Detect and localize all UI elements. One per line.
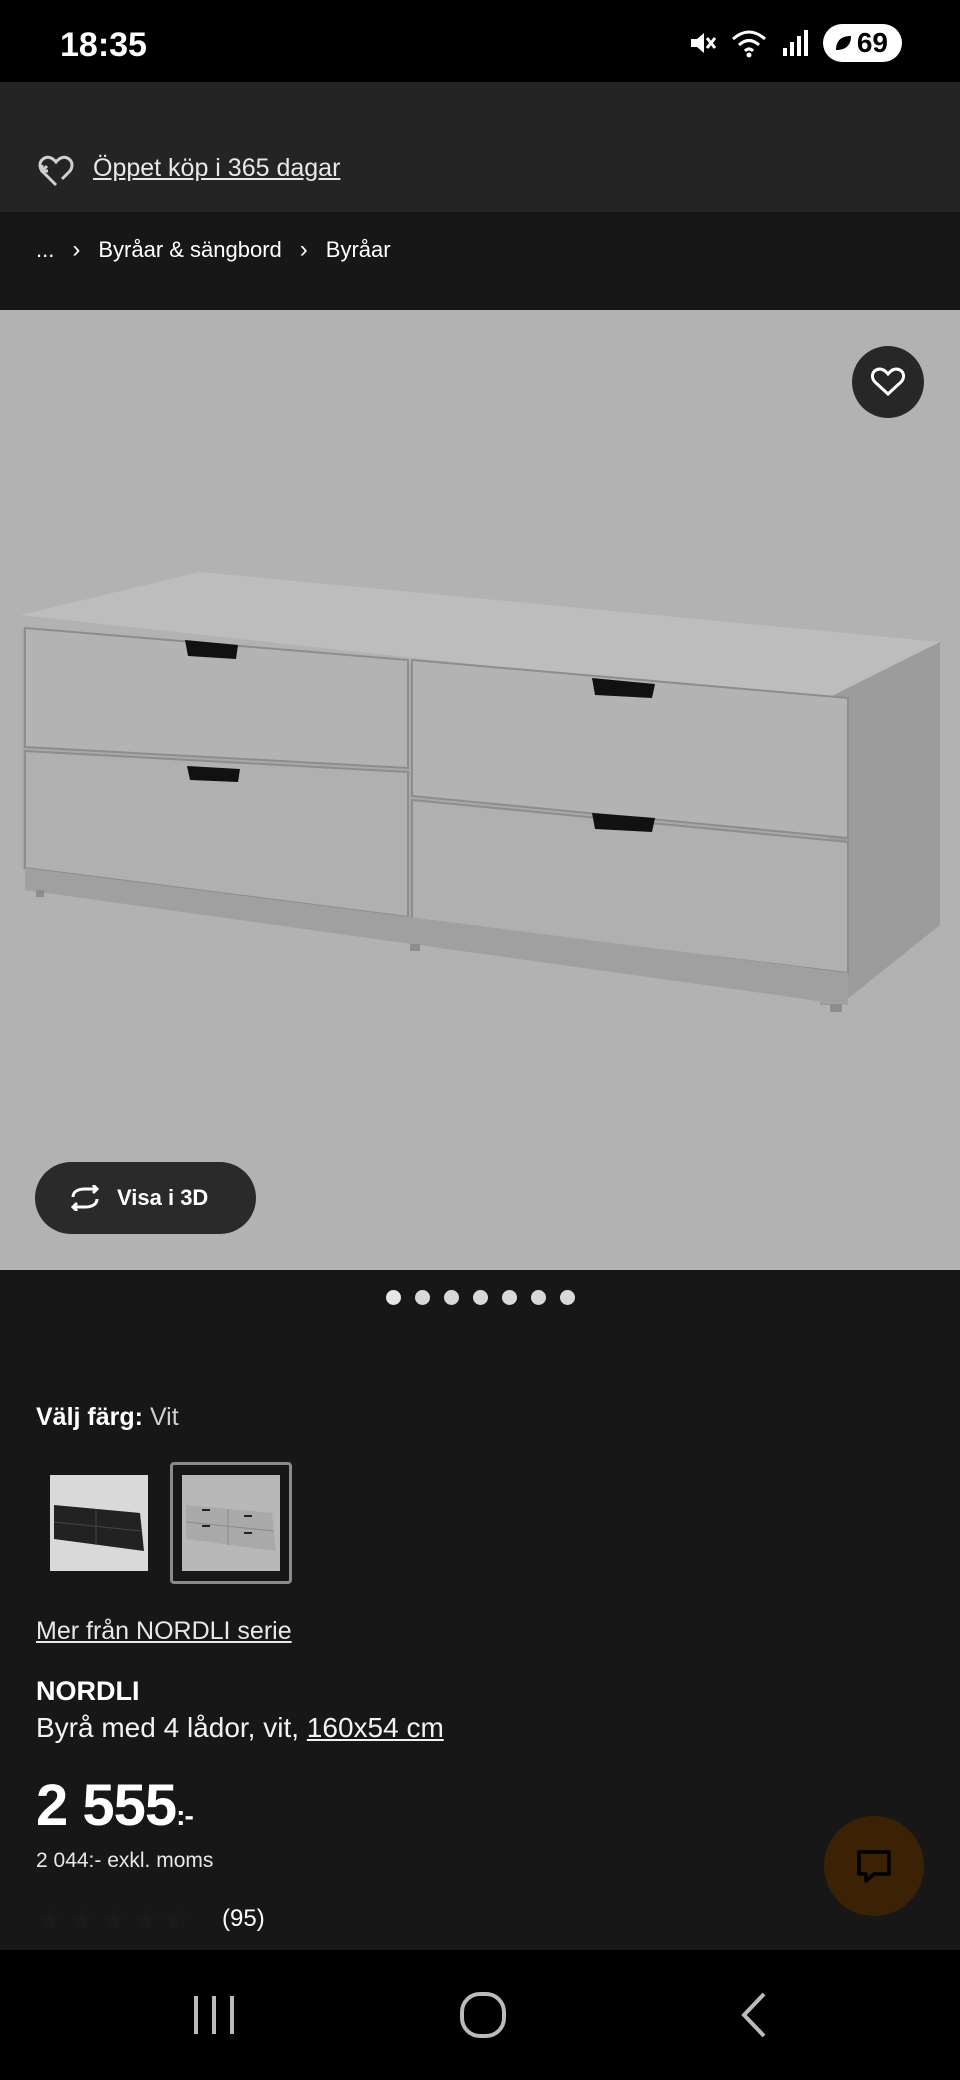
view-3d-label: Visa i 3D bbox=[117, 1185, 209, 1210]
price-value: 2 555 bbox=[36, 1773, 177, 1838]
battery-level: 69 bbox=[856, 27, 888, 58]
chat-button[interactable] bbox=[824, 1816, 924, 1916]
carousel-dot[interactable] bbox=[444, 1290, 459, 1305]
mute-icon bbox=[690, 33, 717, 53]
white-dresser-thumbnail bbox=[182, 1475, 280, 1571]
heart-icon bbox=[871, 367, 905, 397]
star-icon bbox=[102, 1908, 124, 1930]
color-swatch-white[interactable] bbox=[170, 1462, 292, 1584]
carousel-dot[interactable] bbox=[531, 1290, 546, 1305]
carousel-dot[interactable] bbox=[502, 1290, 517, 1305]
color-swatch-black[interactable] bbox=[38, 1462, 160, 1584]
half-star-icon bbox=[164, 1906, 190, 1931]
product-description: Byrå med 4 lådor, vit, 160x54 cm bbox=[36, 1712, 444, 1744]
color-label-text: Välj färg: bbox=[36, 1403, 143, 1431]
carousel-dots bbox=[386, 1290, 575, 1305]
header-spacer bbox=[0, 82, 960, 128]
carousel-dot[interactable] bbox=[560, 1290, 575, 1305]
recent-apps-icon[interactable] bbox=[190, 1990, 238, 2040]
home-icon[interactable] bbox=[458, 1990, 508, 2040]
heart-return-icon bbox=[38, 155, 74, 187]
carousel-dot[interactable] bbox=[473, 1290, 488, 1305]
star-icon bbox=[134, 1908, 156, 1930]
carousel-dot[interactable] bbox=[415, 1290, 430, 1305]
battery-icon: 69 bbox=[822, 24, 902, 62]
carousel-dot[interactable] bbox=[386, 1290, 401, 1305]
color-picker-label: Välj färg: Vit bbox=[36, 1403, 179, 1432]
leaf-icon bbox=[835, 36, 851, 50]
dresser-illustration bbox=[20, 572, 940, 1012]
breadcrumb-ellipsis[interactable]: ... bbox=[36, 237, 54, 263]
wifi-icon bbox=[731, 30, 766, 58]
product-size-link[interactable]: 160x54 cm bbox=[307, 1712, 444, 1743]
chat-icon bbox=[857, 1850, 891, 1883]
wishlist-button[interactable] bbox=[852, 346, 924, 418]
return-policy-link[interactable]: Öppet köp i 365 dagar bbox=[93, 154, 340, 183]
breadcrumb-item-dressers[interactable]: Byråar bbox=[326, 237, 391, 263]
rotate-3d-icon bbox=[70, 1185, 100, 1211]
black-dresser-thumbnail bbox=[50, 1475, 148, 1571]
series-link[interactable]: Mer från NORDLI serie bbox=[36, 1617, 292, 1646]
selected-color: Vit bbox=[149, 1403, 179, 1431]
star-icon bbox=[70, 1908, 92, 1930]
status-icons: 69 bbox=[687, 24, 902, 62]
product-rating[interactable]: (95) bbox=[36, 1905, 265, 1933]
product-name: NORDLI bbox=[36, 1676, 140, 1706]
price-suffix: :- bbox=[176, 1800, 194, 1831]
rating-count: (95) bbox=[222, 1905, 265, 1932]
back-icon[interactable] bbox=[736, 1990, 770, 2040]
star-icon bbox=[38, 1908, 60, 1930]
chevron-right-icon: › bbox=[72, 236, 81, 263]
view-3d-button[interactable]: Visa i 3D bbox=[35, 1162, 256, 1234]
product-description-text: Byrå med 4 lådor, vit, bbox=[36, 1712, 307, 1743]
product-price: 2 555:- bbox=[36, 1772, 194, 1839]
breadcrumb-item-dressers-nightstands[interactable]: Byråar & sängbord bbox=[98, 237, 281, 263]
product-image[interactable] bbox=[0, 310, 960, 1270]
chevron-right-icon: › bbox=[299, 236, 308, 263]
status-time: 18:35 bbox=[60, 26, 147, 64]
signal-icon bbox=[782, 30, 808, 56]
price-ex-vat: 2 044:- exkl. moms bbox=[36, 1849, 214, 1872]
breadcrumb: ... › Byråar & sängbord › Byråar bbox=[36, 236, 391, 264]
